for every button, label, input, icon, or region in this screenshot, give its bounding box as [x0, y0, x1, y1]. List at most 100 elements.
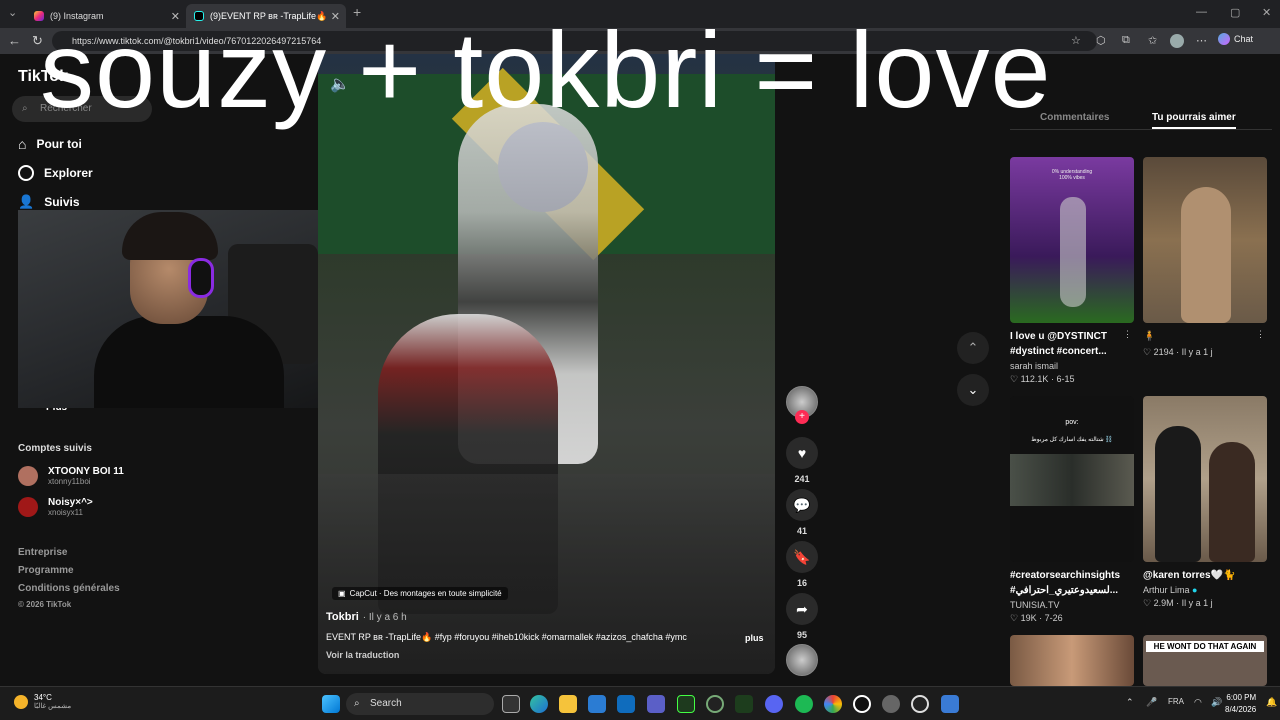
weather-widget[interactable]: 34°C مشمس غالبًا — [14, 693, 71, 710]
notepad-icon[interactable] — [941, 695, 959, 713]
footer-link[interactable]: Entreprise — [18, 547, 67, 558]
like-action[interactable]: ♥ 241 — [786, 437, 818, 484]
tab-list-icon[interactable]: ⌄ — [8, 6, 17, 19]
heart-icon[interactable]: ♥ — [786, 437, 818, 469]
previous-video-button[interactable]: ⌃ — [957, 332, 989, 364]
capcut-icon: ▣ — [338, 589, 346, 598]
time: 6:00 PM — [1226, 693, 1257, 702]
wifi-icon[interactable]: ◠ — [1194, 697, 1202, 708]
followed-account[interactable]: XTOONY BOI 11 xtonny11boi — [18, 466, 124, 486]
card-likes: 2.9M — [1153, 598, 1174, 608]
notification-icon[interactable]: 🔔 — [1266, 697, 1277, 708]
card-date: 7-26 — [1044, 613, 1063, 623]
like-count: 241 — [794, 474, 810, 484]
search-label: Search — [370, 698, 402, 709]
card-meta: ♡ 2194 · Il y a 1 j — [1143, 347, 1213, 357]
share-action[interactable]: ➦ 95 — [786, 593, 818, 640]
windows-start-icon[interactable] — [322, 695, 340, 713]
video-card[interactable]: pov: شتالته يفك اسارك كل مربوط ⛓️ #creat… — [1010, 396, 1134, 624]
nav-following[interactable]: 👤 Suivis — [18, 194, 80, 210]
video-player[interactable]: 🔈 ▣ CapCut · Des montages en toute simpl… — [318, 54, 775, 674]
speaker-icon[interactable]: 🔊 — [1211, 697, 1222, 708]
chevron-up-icon[interactable]: ⌃ — [1126, 697, 1134, 708]
follow-plus-icon[interactable]: + — [795, 410, 809, 424]
bookmark-icon[interactable]: 🔖 — [786, 541, 818, 573]
following-icon: 👤 — [18, 194, 35, 209]
verified-icon: ● — [1192, 585, 1198, 595]
back-icon[interactable]: ← — [8, 33, 21, 48]
sun-icon — [14, 694, 28, 709]
music-disc[interactable] — [786, 644, 818, 676]
followed-account[interactable]: Noisy×^> xnoisyx11 — [18, 497, 93, 517]
video-card[interactable]: @karen torres🤍🐈 Arthur Lima ● ♡ 2.9M · I… — [1143, 396, 1267, 609]
right-panel: Commentaires Tu pourrais aimer 0% unders… — [1000, 54, 1280, 686]
following-heading: Comptes suivis — [18, 443, 92, 454]
save-action[interactable]: 🔖 16 — [786, 541, 818, 588]
store-icon[interactable] — [617, 695, 635, 713]
avatar — [18, 497, 38, 517]
card-title: 🧍 — [1143, 331, 1156, 342]
video-card[interactable] — [1010, 635, 1134, 686]
video-author[interactable]: Tokbri · Il y a 6 h — [326, 611, 407, 623]
save-count: 16 — [796, 578, 807, 588]
card-date: Il y a 1 j — [1181, 598, 1213, 608]
app-icon[interactable] — [706, 695, 724, 713]
card-title: I love u @DYSTINCT #dystinct #concert... — [1010, 331, 1107, 357]
settings-icon[interactable] — [882, 695, 900, 713]
more-button[interactable]: plus — [745, 633, 764, 643]
obs-icon[interactable] — [853, 695, 871, 713]
capcut-text: CapCut · Des montages en toute simplicit… — [349, 589, 502, 598]
card-likes: 19K — [1020, 613, 1037, 623]
clock[interactable]: 6:00 PM 8/4/2026 — [1225, 692, 1256, 716]
outlook-icon[interactable] — [588, 695, 606, 713]
teams-icon[interactable] — [647, 695, 665, 713]
video-thumbnail: pov: شتالته يفك اسارك كل مربوط ⛓️ — [1010, 396, 1134, 562]
card-meta: ♡ 2.9M · Il y a 1 j — [1143, 598, 1213, 608]
account-name: Noisy×^> — [48, 497, 93, 508]
overlay-caption: souzy + tokbri = love — [40, 10, 1052, 130]
next-video-button[interactable]: ⌄ — [957, 374, 989, 406]
music-disc-icon — [786, 644, 818, 676]
footer-link[interactable]: Programme — [18, 565, 74, 576]
microphone-icon[interactable]: 🎤 — [1146, 697, 1157, 708]
comment-icon[interactable]: 💬 — [786, 489, 818, 521]
language-indicator[interactable]: FRA — [1168, 697, 1184, 706]
more-options-icon[interactable]: ⋮ — [1123, 329, 1132, 340]
card-title: @karen torres🤍🐈 — [1143, 570, 1236, 581]
footer-link[interactable]: Conditions générales — [18, 583, 120, 594]
card-author-name: Arthur Lima — [1143, 585, 1190, 595]
comment-action[interactable]: 💬 41 — [786, 489, 818, 536]
video-card[interactable]: 🧍 ⋮ ♡ 2194 · Il y a 1 j — [1143, 157, 1267, 358]
date: 8/4/2026 — [1225, 705, 1257, 714]
creator-avatar[interactable]: + — [786, 386, 818, 424]
search-icon: ⌕ — [22, 103, 28, 114]
windows-taskbar: 34°C مشمس غالبًا ⌕ Search ⌃ 🎤 FRA ◠ 🔊 6:… — [0, 686, 1280, 720]
edge-icon[interactable] — [530, 695, 548, 713]
compass-icon — [18, 165, 34, 181]
video-card[interactable]: 0% understanding 100% vibes I love u @DY… — [1010, 157, 1134, 385]
singer-figure — [1060, 197, 1086, 307]
app-icon[interactable] — [735, 695, 753, 713]
video-card[interactable]: HE WONT DO THAT AGAIN — [1143, 635, 1267, 686]
chrome-icon[interactable] — [824, 695, 842, 713]
nav-label: Pour toi — [36, 137, 82, 151]
taskbar-search[interactable]: ⌕ Search — [346, 693, 494, 715]
capcut-badge[interactable]: ▣ CapCut · Des montages en toute simplic… — [332, 587, 508, 600]
task-view-icon[interactable] — [502, 695, 520, 713]
home-icon: ⌂ — [18, 136, 27, 152]
card-author: Arthur Lima ● — [1143, 585, 1267, 595]
translate-link[interactable]: Voir la traduction — [326, 650, 399, 660]
share-icon[interactable]: ➦ — [786, 593, 818, 625]
search-icon: ⌕ — [354, 698, 360, 709]
media-player-icon[interactable] — [911, 695, 929, 713]
person-figure — [1181, 187, 1231, 323]
spotify-icon[interactable] — [795, 695, 813, 713]
temperature: 34°C — [34, 693, 52, 702]
file-explorer-icon[interactable] — [559, 695, 577, 713]
nav-for-you[interactable]: ⌂ Pour toi — [18, 136, 82, 152]
nav-explore[interactable]: Explorer — [18, 165, 93, 181]
app-icon[interactable] — [677, 695, 695, 713]
more-options-icon[interactable]: ⋮ — [1256, 329, 1265, 340]
discord-icon[interactable] — [765, 695, 783, 713]
thumb-caption-top: pov: — [1065, 419, 1079, 426]
